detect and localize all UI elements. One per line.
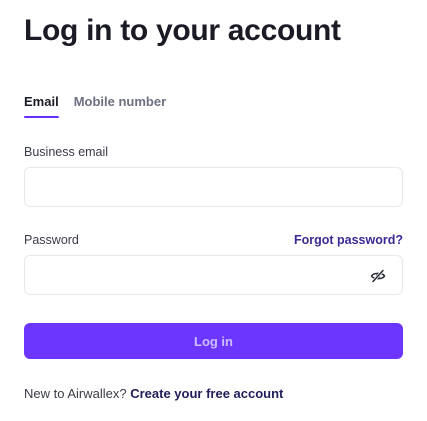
email-field-wrapper — [24, 167, 403, 207]
email-field[interactable] — [25, 168, 402, 206]
signup-prompt: New to Airwallex? Create your free accou… — [24, 386, 283, 401]
password-label: Password — [24, 233, 79, 247]
login-method-tabs: Email Mobile number — [24, 94, 166, 118]
password-field[interactable] — [25, 256, 402, 294]
tab-email[interactable]: Email — [24, 94, 59, 118]
login-page: Log in to your account Email Mobile numb… — [0, 0, 427, 421]
log-in-button[interactable]: Log in — [24, 323, 403, 359]
page-title: Log in to your account — [24, 14, 341, 47]
create-account-link[interactable]: Create your free account — [130, 386, 283, 401]
email-label: Business email — [24, 145, 109, 159]
password-field-wrapper — [24, 255, 403, 295]
signup-prompt-text: New to Airwallex? — [24, 386, 131, 401]
forgot-password-link[interactable]: Forgot password? — [294, 233, 403, 247]
eye-off-icon[interactable] — [370, 268, 386, 284]
tab-mobile-number[interactable]: Mobile number — [74, 94, 166, 118]
